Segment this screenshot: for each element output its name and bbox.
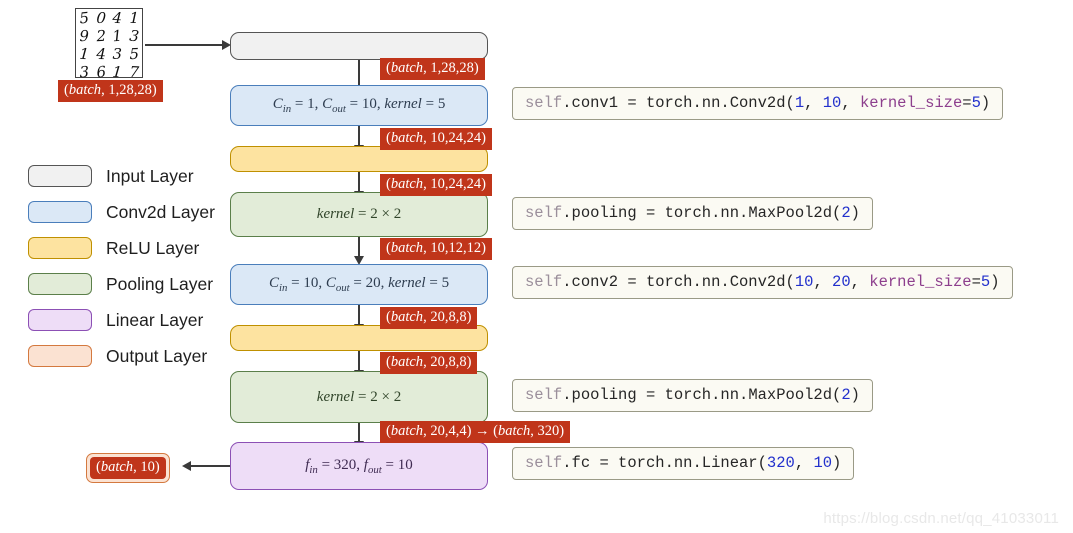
mnist-digit: 7 (128, 62, 139, 82)
mnist-digit: 0 (95, 8, 107, 28)
shape-tag-after-pool2-flatten: (batch, 20,4,4) → (batch, 320) (380, 421, 571, 443)
arrow-input-to-conv1 (354, 60, 364, 94)
code-box-fc[interactable]: self.fc = torch.nn.Linear(320, 10) (512, 447, 855, 480)
mnist-digit: 4 (95, 44, 106, 64)
shape-tag-after-pool1: (batch, 10,12,12) (380, 238, 492, 260)
shape-tag-after-relu2: (batch, 20,8,8) (380, 352, 478, 374)
arrow-image-to-input (145, 40, 231, 50)
arrow-pool1-to-conv2 (354, 237, 364, 265)
shape-tag-after-conv1: (batch, 10,24,24) (380, 128, 492, 150)
shape-tag-input-image: (batch, 1,28,28) (58, 80, 163, 102)
mnist-digit: 1 (128, 8, 139, 28)
legend-item-input: Input Layer (28, 158, 228, 194)
arrow-pool2-to-fc (354, 423, 364, 450)
arrow-fc-to-output (182, 461, 232, 471)
legend: Input Layer Conv2d Layer ReLU Layer Pool… (28, 158, 228, 374)
mnist-digit: 1 (111, 62, 123, 82)
shape-tag-after-relu1: (batch, 10,24,24) (380, 174, 492, 196)
legend-swatch-pooling (28, 273, 92, 295)
legend-swatch-input (28, 165, 92, 187)
layer-box-fc[interactable]: fin = 320, fout = 10 (230, 442, 488, 490)
legend-swatch-linear (28, 309, 92, 331)
layer-box-conv2[interactable]: Cin = 10, Cout = 20, kernel = 5 (230, 264, 488, 305)
code-box-conv2[interactable]: self.conv2 = torch.nn.Conv2d(10, 20, ker… (512, 266, 1013, 299)
mnist-digit: 1 (111, 26, 123, 46)
legend-item-output: Output Layer (28, 338, 228, 374)
watermark: https://blog.csdn.net/qq_41033011 (823, 510, 1059, 527)
layer-box-pool2[interactable]: kernel = 2 × 2 (230, 371, 488, 423)
layer-label-conv1: Cin = 1, Cout = 10, kernel = 5 (272, 96, 446, 115)
legend-item-relu: ReLU Layer (28, 230, 228, 266)
legend-item-linear: Linear Layer (28, 302, 228, 338)
legend-item-conv2d: Conv2d Layer (28, 194, 228, 230)
output-badge: (batch, 10) (86, 453, 170, 483)
arrow-conv2-to-relu2 (354, 305, 364, 333)
layer-label-fc: fin = 320, fout = 10 (305, 456, 413, 476)
mnist-digit: 3 (128, 26, 140, 46)
layer-label-conv2: Cin = 10, Cout = 20, kernel = 5 (268, 275, 450, 294)
mnist-digit: 5 (128, 44, 139, 64)
legend-label-pooling: Pooling Layer (106, 273, 214, 294)
code-box-pooling1[interactable]: self.pooling = torch.nn.MaxPool2d(2) (512, 197, 873, 230)
mnist-digit: 3 (78, 62, 90, 82)
legend-swatch-conv2d (28, 201, 92, 223)
legend-label-conv2d: Conv2d Layer (106, 201, 215, 222)
legend-swatch-output (28, 345, 92, 367)
mnist-digit: 6 (95, 62, 107, 82)
mnist-digit: 3 (112, 45, 123, 63)
arrow-relu1-to-pool1 (354, 172, 364, 200)
mnist-digit: 2 (95, 26, 106, 46)
layer-box-pool1[interactable]: kernel = 2 × 2 (230, 192, 488, 237)
shape-tag-after-conv2: (batch, 20,8,8) (380, 307, 478, 329)
legend-label-output: Output Layer (106, 345, 208, 366)
layer-box-conv1[interactable]: Cin = 1, Cout = 10, kernel = 5 (230, 85, 488, 126)
legend-item-pooling: Pooling Layer (28, 266, 228, 302)
mnist-digit-grid: 5041921314353617 (75, 8, 143, 82)
legend-swatch-relu (28, 237, 92, 259)
mnist-digit: 5 (78, 8, 90, 28)
code-box-pooling2[interactable]: self.pooling = torch.nn.MaxPool2d(2) (512, 379, 873, 412)
layer-box-input[interactable] (230, 32, 488, 60)
arrow-relu2-to-pool2 (354, 351, 364, 379)
legend-label-input: Input Layer (106, 165, 194, 186)
legend-label-linear: Linear Layer (106, 309, 204, 330)
code-box-conv1[interactable]: self.conv1 = torch.nn.Conv2d(1, 10, kern… (512, 87, 1004, 120)
shape-tag-after-input: (batch, 1,28,28) (380, 58, 485, 80)
layer-label-pool1: kernel = 2 × 2 (316, 206, 402, 222)
shape-tag-output: (batch, 10) (90, 457, 166, 479)
arrow-conv1-to-relu1 (354, 126, 364, 154)
mnist-digit: 4 (112, 8, 123, 28)
mnist-digit: 9 (79, 26, 90, 46)
mnist-digit: 1 (78, 44, 90, 64)
layer-label-pool2: kernel = 2 × 2 (316, 388, 402, 405)
legend-label-relu: ReLU Layer (106, 237, 200, 258)
